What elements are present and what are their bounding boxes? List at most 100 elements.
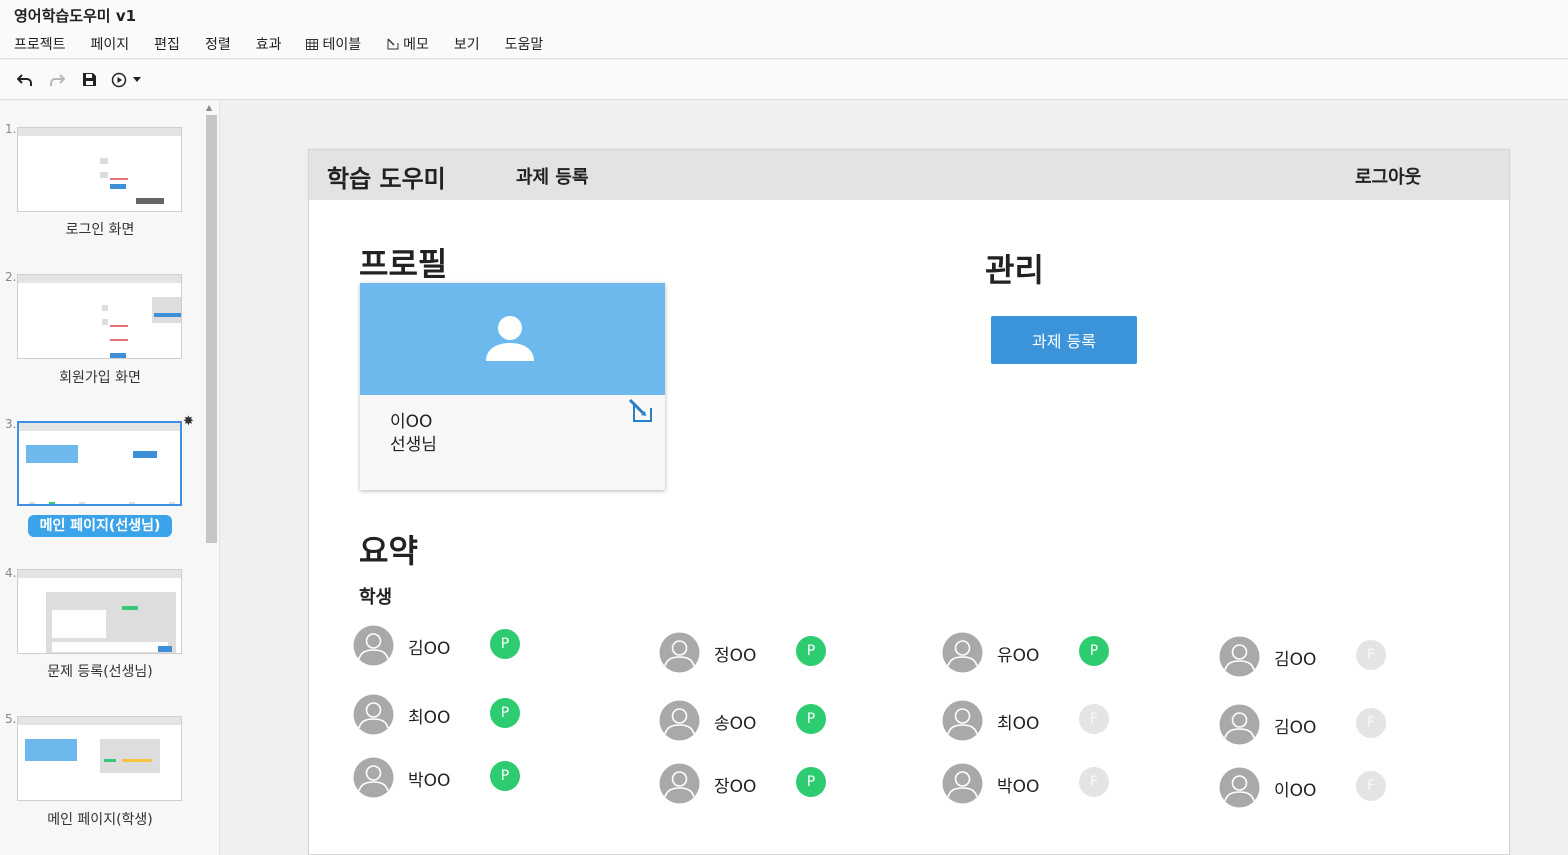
menu-label: 프로젝트 [14,37,66,53]
menu-label: 도움말 [504,37,544,53]
student-name: 최OO [408,708,451,728]
save-button[interactable] [76,67,102,93]
menu-project[interactable]: 프로젝트 [14,34,66,54]
redo-icon [50,73,65,86]
student-name: 정OO [714,646,757,666]
menu-memo[interactable]: 메모 [386,34,429,54]
menu-effect[interactable]: 효과 [256,34,282,54]
student-item[interactable]: 최OO F [941,700,1141,742]
slide-label-text: 로그인 화면 [65,222,135,238]
menu-bar: 프로젝트 페이지 편집 정렬 효과 테이블 메모 보기 도움말 [0,30,1568,59]
student-item[interactable]: 김OO F [1218,704,1418,746]
status-badge: P [490,629,520,659]
toolbar [0,60,1568,100]
asterisk-icon: ✸ [183,414,194,429]
undo-button[interactable] [12,67,38,93]
menu-label: 편집 [154,37,180,53]
student-item[interactable]: 박OO F [941,763,1141,805]
student-avatar-icon [658,700,701,745]
menu-label: 보기 [453,37,480,53]
status-badge: F [1079,704,1109,734]
slide-number: 2. [5,270,17,284]
status-badge: F [1356,708,1386,738]
slide-label[interactable]: 회원가입 화면 [0,367,200,387]
profile-role: 선생님 [390,435,437,455]
status-badge: F [1356,771,1386,801]
student-item[interactable]: 유OO P [941,632,1141,674]
student-item[interactable]: 이OO F [1218,767,1418,809]
menu-label: 페이지 [90,37,130,53]
slide-number: 1. [5,122,17,136]
slide-thumbnail-main-teacher[interactable] [17,421,182,506]
slide-label[interactable]: 메인 페이지(선생님) [0,515,200,537]
slide-thumbnail-signup[interactable] [17,274,182,359]
student-name: 박OO [408,771,451,791]
manage-heading: 관리 [985,251,1044,289]
status-badge: P [490,761,520,791]
student-name: 이OO [1274,781,1317,801]
memo-icon [387,38,399,50]
app-header: 학습 도우미 과제 등록 로그아웃 [309,150,1509,200]
student-item[interactable]: 송OO P [658,700,858,742]
logout-link[interactable]: 로그아웃 [1355,163,1421,189]
student-avatar-icon [658,763,701,808]
nav-register-assignment[interactable]: 과제 등록 [516,163,589,189]
status-badge: P [796,636,826,666]
slide-number: 3. [5,417,17,431]
student-item[interactable]: 김OO F [1218,636,1418,678]
student-item[interactable]: 최OO P [352,694,552,736]
undo-icon [17,73,32,86]
user-icon [486,316,534,361]
page-canvas: 학습 도우미 과제 등록 로그아웃 프로필 관리 이OO 선생님 과제 등록 요… [308,149,1510,855]
slide-label-text: 문제 등록(선생님) [47,664,153,680]
menu-view[interactable]: 보기 [454,34,480,54]
student-item[interactable]: 장OO P [658,763,858,805]
student-item[interactable]: 박OO P [352,757,552,799]
student-avatar-icon [941,700,984,745]
scroll-up-icon[interactable]: ▲ [206,103,212,112]
profile-heading: 프로필 [359,245,448,283]
menu-label: 메모 [403,37,429,53]
slide-thumbnail-question-register[interactable] [17,569,182,654]
student-name: 박OO [997,777,1040,797]
slide-label[interactable]: 메인 페이지(학생) [0,809,200,829]
menu-table[interactable]: 테이블 [306,34,361,54]
profile-name: 이OO [390,412,433,432]
scrollbar-thumb[interactable] [206,115,217,543]
student-item[interactable]: 김OO P [352,625,552,667]
status-badge: P [796,767,826,797]
app-title: 영어학습도우미 v1 [0,0,1568,30]
menu-page[interactable]: 페이지 [91,34,130,54]
menu-arrange[interactable]: 정렬 [205,34,231,54]
profile-banner [360,283,665,395]
menu-edit[interactable]: 편집 [154,34,180,54]
play-button[interactable] [108,67,144,93]
profile-card: 이OO 선생님 [360,283,665,490]
menu-help[interactable]: 도움말 [505,34,544,54]
register-assignment-button[interactable]: 과제 등록 [991,316,1137,364]
student-item[interactable]: 정OO P [658,632,858,674]
slide-number: 4. [5,566,17,580]
save-icon [82,73,96,86]
student-avatar-icon [658,632,701,677]
student-name: 김OO [408,639,451,659]
student-avatar-icon [941,763,984,808]
student-name: 김OO [1274,718,1317,738]
slide-label-text: 메인 페이지(학생) [47,812,153,828]
student-name: 김OO [1274,650,1317,670]
slide-thumbnail-main-student[interactable] [17,716,182,801]
student-name: 최OO [997,714,1040,734]
slide-thumbnail-login[interactable] [17,127,182,212]
status-badge: P [490,698,520,728]
student-avatar-icon [1218,704,1261,749]
slide-label[interactable]: 로그인 화면 [0,219,200,239]
students-subheading: 학생 [359,587,393,608]
edit-icon[interactable] [628,398,654,424]
student-name: 송OO [714,714,757,734]
status-badge: F [1356,640,1386,670]
menu-label: 테이블 [322,37,362,53]
menu-label: 효과 [255,37,282,53]
summary-heading: 요약 [359,532,418,570]
slide-label[interactable]: 문제 등록(선생님) [0,661,200,681]
redo-button[interactable] [44,67,70,93]
